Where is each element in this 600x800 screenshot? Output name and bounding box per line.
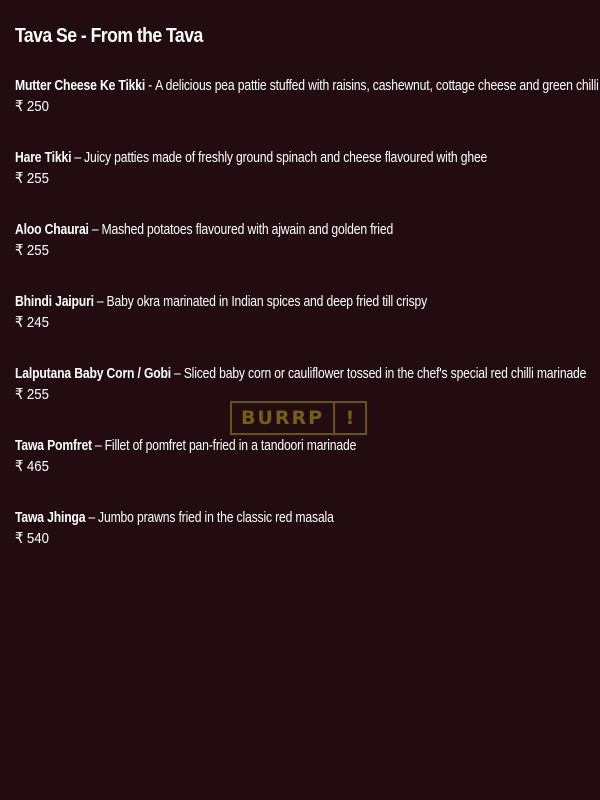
rupee-icon: ₹ <box>15 530 24 547</box>
item-separator: – <box>174 366 181 382</box>
price-value: 255 <box>26 242 49 259</box>
item-line: Aloo Chaurai – Mashed potatoes flavoured w… <box>15 220 494 241</box>
rupee-icon: ₹ <box>15 458 24 475</box>
item-description: A delicious pea pattie stuffed with rais… <box>155 78 599 94</box>
menu-item: Bhindi Jaipuri – Baby okra marinated in In… <box>15 292 585 364</box>
item-name: Hare Tikki <box>15 150 72 166</box>
price-value: 245 <box>26 314 49 331</box>
menu-page: Tava Se - From the Tava Mutter Cheese Ke… <box>0 0 600 800</box>
item-separator: – <box>96 294 104 310</box>
price-value: 255 <box>26 386 49 403</box>
price-value: 540 <box>26 530 49 547</box>
burrp-watermark-logo: BURRP ! <box>230 401 367 435</box>
price-value: 465 <box>26 458 49 475</box>
menu-item: Tawa Pomfret – Fillet of pomfret pan-fried… <box>15 436 585 508</box>
item-description: Fillet of pomfret pan-fried in a tandoor… <box>104 438 357 454</box>
rupee-icon: ₹ <box>15 98 24 115</box>
item-line: Tawa Jhinga – Jumbo prawns fried in the cl… <box>15 508 494 529</box>
menu-item: Hare Tikki – Juicy patties made of freshly… <box>15 148 585 220</box>
item-price: ₹245 <box>15 313 517 333</box>
price-value: 250 <box>26 98 49 115</box>
item-price: ₹465 <box>15 457 517 477</box>
rupee-icon: ₹ <box>15 314 24 331</box>
menu-list: Mutter Cheese Ke Tikki - A delicious pea p… <box>15 76 599 580</box>
item-name: Mutter Cheese Ke Tikki <box>15 78 146 94</box>
item-line: Bhindi Jaipuri – Baby okra marinated in In… <box>15 292 494 313</box>
rupee-icon: ₹ <box>15 242 24 259</box>
item-name: Lalputana Baby Corn / Gobi <box>15 366 172 382</box>
item-line: Tawa Pomfret – Fillet of pomfret pan-fried… <box>15 436 494 457</box>
item-description: Jumbo prawns fried in the classic red ma… <box>98 510 334 526</box>
item-name: Aloo Chaurai <box>15 222 89 238</box>
item-description: Sliced baby corn or cauliflower tossed i… <box>183 366 587 382</box>
rupee-icon: ₹ <box>15 170 24 187</box>
item-description: Baby okra marinated in Indian spices and… <box>106 294 428 310</box>
item-description: Mashed potatoes flavoured with ajwain an… <box>101 222 394 238</box>
item-price: ₹255 <box>15 241 517 261</box>
item-name: Bhindi Jaipuri <box>15 294 94 310</box>
item-name: Tawa Pomfret <box>15 438 92 454</box>
exclamation-icon: ! <box>345 407 355 429</box>
watermark-text: BURRP <box>232 403 335 433</box>
item-separator: – <box>74 150 81 166</box>
item-separator: - <box>148 78 153 94</box>
section-title: Tava Se - From the Tava <box>15 25 203 47</box>
item-line: Lalputana Baby Corn / Gobi – Sliced baby c… <box>15 364 586 385</box>
item-line: Hare Tikki – Juicy patties made of freshly… <box>15 148 494 169</box>
item-price: ₹540 <box>15 529 517 549</box>
menu-item: Mutter Cheese Ke Tikki - A delicious pea p… <box>15 76 599 148</box>
item-separator: – <box>91 222 99 238</box>
rupee-icon: ₹ <box>15 386 24 403</box>
item-separator: – <box>94 438 102 454</box>
menu-item: Tawa Jhinga – Jumbo prawns fried in the cl… <box>15 508 585 580</box>
menu-item: Aloo Chaurai – Mashed potatoes flavoured w… <box>15 220 585 292</box>
item-name: Tawa Jhinga <box>15 510 86 526</box>
item-price: ₹255 <box>15 169 517 189</box>
item-price: ₹250 <box>15 97 517 117</box>
item-description: Juicy patties made of freshly ground spi… <box>84 150 488 166</box>
price-value: 255 <box>26 170 49 187</box>
item-line: Mutter Cheese Ke Tikki - A delicious pea p… <box>15 76 599 97</box>
item-separator: – <box>88 510 96 526</box>
